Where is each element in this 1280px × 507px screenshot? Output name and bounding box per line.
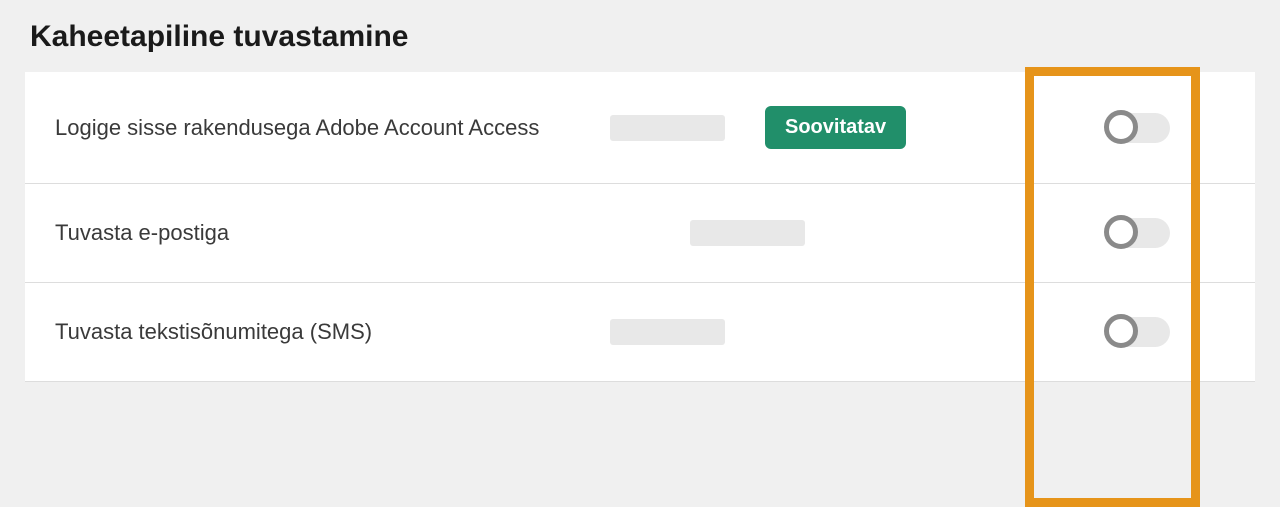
option-label: Logige sisse rakendusega Adobe Account A… xyxy=(55,115,610,141)
toggle-email[interactable] xyxy=(1106,218,1170,248)
option-row-adobe-access: Logige sisse rakendusega Adobe Account A… xyxy=(25,72,1255,184)
option-label: Tuvasta e-postiga xyxy=(55,220,610,246)
toggle-sms[interactable] xyxy=(1106,317,1170,347)
toggle-adobe-access[interactable] xyxy=(1106,113,1170,143)
placeholder-pill xyxy=(690,220,805,246)
toggle-knob-icon xyxy=(1104,110,1138,144)
option-label: Tuvasta tekstisõnumitega (SMS) xyxy=(55,319,610,345)
toggle-knob-icon xyxy=(1104,314,1138,348)
toggle-knob-icon xyxy=(1104,215,1138,249)
option-row-sms: Tuvasta tekstisõnumitega (SMS) xyxy=(25,283,1255,382)
placeholder-pill xyxy=(610,115,725,141)
option-row-email: Tuvasta e-postiga xyxy=(25,184,1255,283)
options-container: Logige sisse rakendusega Adobe Account A… xyxy=(25,72,1255,382)
section-title: Kaheetapiline tuvastamine xyxy=(25,20,1255,54)
recommended-badge: Soovitatav xyxy=(765,106,906,149)
placeholder-pill xyxy=(610,319,725,345)
